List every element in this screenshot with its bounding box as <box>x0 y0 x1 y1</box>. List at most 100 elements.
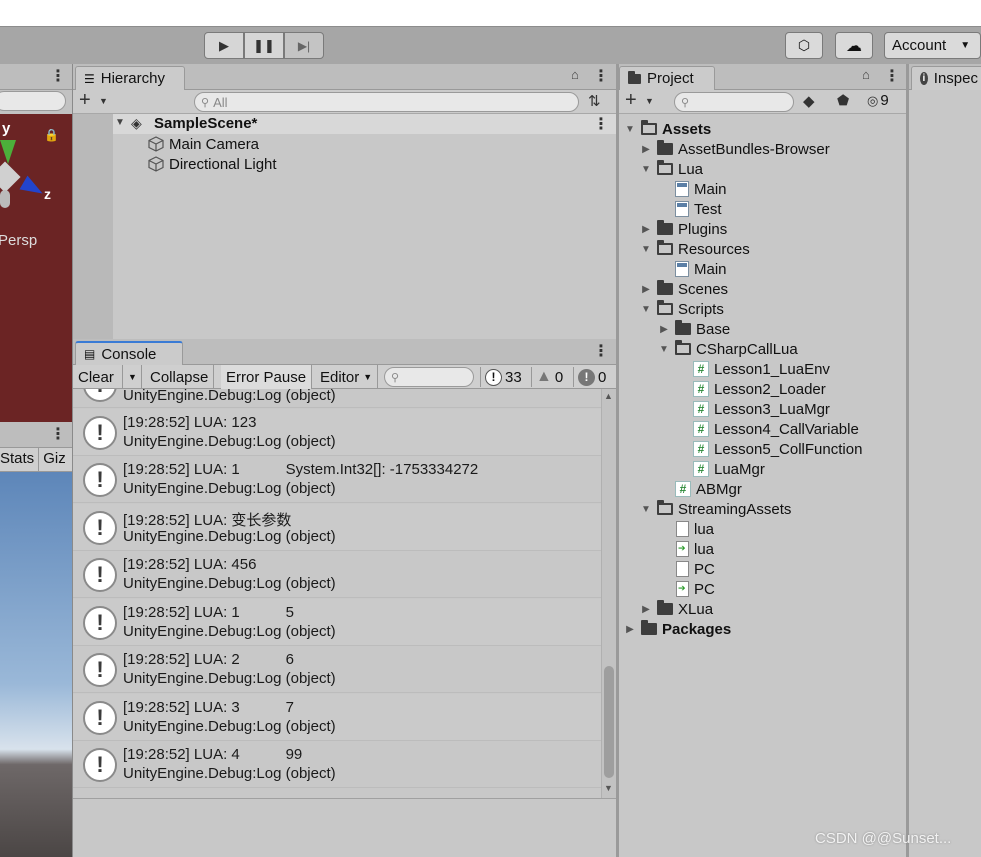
log-entry[interactable]: ! UnityEngine.Debug:Log (object) <box>73 389 601 408</box>
tree-item[interactable]: lua <box>676 539 714 559</box>
panel-menu-icon[interactable]: ⋮ <box>50 424 66 444</box>
expand-icon[interactable]: ▼ <box>640 164 652 175</box>
tree-item[interactable]: ▼ Scripts <box>640 299 724 319</box>
tab-project[interactable]: Project <box>619 66 715 90</box>
tab-console[interactable]: ▤ Console <box>75 341 183 365</box>
panel-menu-icon[interactable]: ⋮ <box>593 341 609 361</box>
tree-item[interactable]: Main <box>675 259 727 279</box>
collapse-icon[interactable]: ▶ <box>640 604 652 615</box>
editor-dropdown[interactable]: Editor ▼ <box>315 365 379 389</box>
game-viewport[interactable] <box>0 472 72 857</box>
pause-button[interactable]: ❚❚ <box>244 32 284 59</box>
tree-item[interactable]: # Lesson1_LuaEnv <box>693 359 830 379</box>
project-search-input[interactable]: ⚲ <box>674 92 794 112</box>
stats-button[interactable]: Stats <box>0 448 40 471</box>
tree-item[interactable]: ▶ Base <box>658 319 730 339</box>
tree-item[interactable]: # Lesson2_Loader <box>693 379 826 399</box>
expand-icon[interactable]: ▼ <box>115 117 125 128</box>
log-count-toggle[interactable]: ! 33 <box>480 367 522 387</box>
expand-icon[interactable]: ▼ <box>658 344 670 355</box>
console-scrollbar[interactable]: ▲ ▼ <box>601 389 616 798</box>
log-entry[interactable]: ! [19:28:52] LUA: 456 UnityEngine.Debug:… <box>73 551 601 598</box>
log-entry[interactable]: ! [19:28:52] LUA: 变长参数 UnityEngine.Debug… <box>73 504 601 551</box>
filter-type-icon[interactable]: ◆ <box>803 92 815 110</box>
log-entry[interactable]: ! [19:28:52] LUA: 1 5 UnityEngine.Debug:… <box>73 599 601 646</box>
label-tag-icon[interactable]: ⬟ <box>837 92 849 109</box>
hierarchy-item[interactable]: Directional Light <box>148 154 277 174</box>
tree-item[interactable]: Main <box>675 179 727 199</box>
tree-item-assets[interactable]: ▼ Assets <box>624 119 711 139</box>
log-entry[interactable]: ! [19:28:52] LUA: 123 UnityEngine.Debug:… <box>73 409 601 456</box>
chevron-down-icon[interactable]: ▼ <box>99 96 108 106</box>
chevron-down-icon[interactable]: ▼ <box>645 96 654 106</box>
tree-item[interactable]: PC <box>676 579 715 599</box>
log-entry[interactable]: ! [19:28:52] LUA: 3 7 UnityEngine.Debug:… <box>73 694 601 741</box>
tab-hierarchy[interactable]: ☰ Hierarchy <box>75 66 185 90</box>
expand-icon[interactable]: ▼ <box>640 304 652 315</box>
scroll-down-icon[interactable]: ▼ <box>604 783 613 793</box>
console-search-input[interactable]: ⚲ <box>384 367 474 387</box>
console-log-list[interactable]: ! UnityEngine.Debug:Log (object) ! [19:2… <box>73 389 601 798</box>
tree-item[interactable]: Test <box>675 199 722 219</box>
account-dropdown[interactable]: Account ▼ <box>884 32 981 59</box>
cloud-button[interactable]: ☁ <box>835 32 873 59</box>
scene-search-input[interactable] <box>0 91 66 111</box>
persp-label[interactable]: Persp <box>0 232 37 249</box>
panel-menu-icon[interactable]: ⋮ <box>884 66 900 86</box>
error-pause-button[interactable]: Error Pause <box>221 365 313 389</box>
tab-inspector[interactable]: i Inspec <box>911 66 981 90</box>
scroll-up-icon[interactable]: ▲ <box>604 391 613 401</box>
clear-button[interactable]: Clear <box>73 365 119 389</box>
add-icon[interactable]: + <box>625 89 637 112</box>
tree-item[interactable]: ▶ Plugins <box>640 219 727 239</box>
expand-icon[interactable]: ▼ <box>640 504 652 515</box>
tree-item[interactable]: ▶ Scenes <box>640 279 728 299</box>
log-entry[interactable]: ! [19:28:52] LUA: 4 99 UnityEngine.Debug… <box>73 741 601 788</box>
log-entry[interactable]: ! [19:28:52] LUA: 1 System.Int32[]: -175… <box>73 456 601 503</box>
expand-icon[interactable]: ▼ <box>624 124 636 135</box>
step-button[interactable]: ▶| <box>284 32 324 59</box>
collapse-icon[interactable]: ▶ <box>658 324 670 335</box>
hidden-packages-toggle[interactable]: ◎ 9 <box>867 92 889 109</box>
lock-icon[interactable]: ⌂ <box>862 67 870 82</box>
tree-item[interactable]: ▶ XLua <box>640 599 713 619</box>
collapse-icon[interactable]: ▶ <box>624 624 636 635</box>
tree-item[interactable]: # Lesson5_CollFunction <box>693 439 862 459</box>
console-detail-area[interactable] <box>73 798 616 857</box>
panel-divider[interactable] <box>72 64 73 857</box>
tree-item[interactable]: # Lesson4_CallVariable <box>693 419 859 439</box>
tree-item[interactable]: ▼ Lua <box>640 159 703 179</box>
tree-item-packages[interactable]: ▶ Packages <box>624 619 731 639</box>
expand-icon[interactable]: ▼ <box>640 244 652 255</box>
tree-item[interactable]: # ABMgr <box>675 479 742 499</box>
scene-viewport[interactable]: y 🔒 z Persp <box>0 114 72 422</box>
collapse-icon[interactable]: ▶ <box>640 284 652 295</box>
collab-button[interactable]: ⬡ <box>785 32 823 59</box>
collapse-button[interactable]: Collapse <box>145 365 215 389</box>
clear-options-dropdown[interactable]: ▼ <box>122 365 142 389</box>
play-button[interactable]: ▶ <box>204 32 244 59</box>
collapse-icon[interactable]: ▶ <box>640 144 652 155</box>
tree-item[interactable]: ▶ AssetBundles-Browser <box>640 139 830 159</box>
tree-item[interactable]: PC <box>676 559 715 579</box>
sort-icon[interactable]: ⇅ <box>588 92 601 110</box>
tree-item[interactable]: ▼ StreamingAssets <box>640 499 791 519</box>
scene-menu-icon[interactable]: ⋮ <box>593 114 609 134</box>
tree-item[interactable]: # LuaMgr <box>693 459 765 479</box>
tree-item[interactable]: ▼ CSharpCallLua <box>658 339 798 359</box>
hierarchy-search-input[interactable]: ⚲ All <box>194 92 579 112</box>
project-tree[interactable]: ▼ Assets ▶ AssetBundles-Browser ▼ Lua Main … <box>619 114 906 857</box>
scrollbar-thumb[interactable] <box>604 666 614 778</box>
lock-icon[interactable]: ⌂ <box>571 67 579 82</box>
hierarchy-item[interactable]: Main Camera <box>148 134 259 154</box>
scene-row[interactable]: ▼ ◈ SampleScene* ⋮ <box>113 114 616 134</box>
add-icon[interactable]: + <box>79 89 91 112</box>
scene-gizmo[interactable] <box>0 140 60 210</box>
tree-item[interactable]: ▼ Resources <box>640 239 750 259</box>
panel-menu-icon[interactable]: ⋮ <box>50 66 66 86</box>
gizmos-button[interactable]: Giz <box>39 448 66 471</box>
tree-item[interactable]: lua <box>676 519 714 539</box>
error-count-toggle[interactable]: ! 0 <box>573 367 606 387</box>
collapse-icon[interactable]: ▶ <box>640 224 652 235</box>
tree-item[interactable]: # Lesson3_LuaMgr <box>693 399 830 419</box>
